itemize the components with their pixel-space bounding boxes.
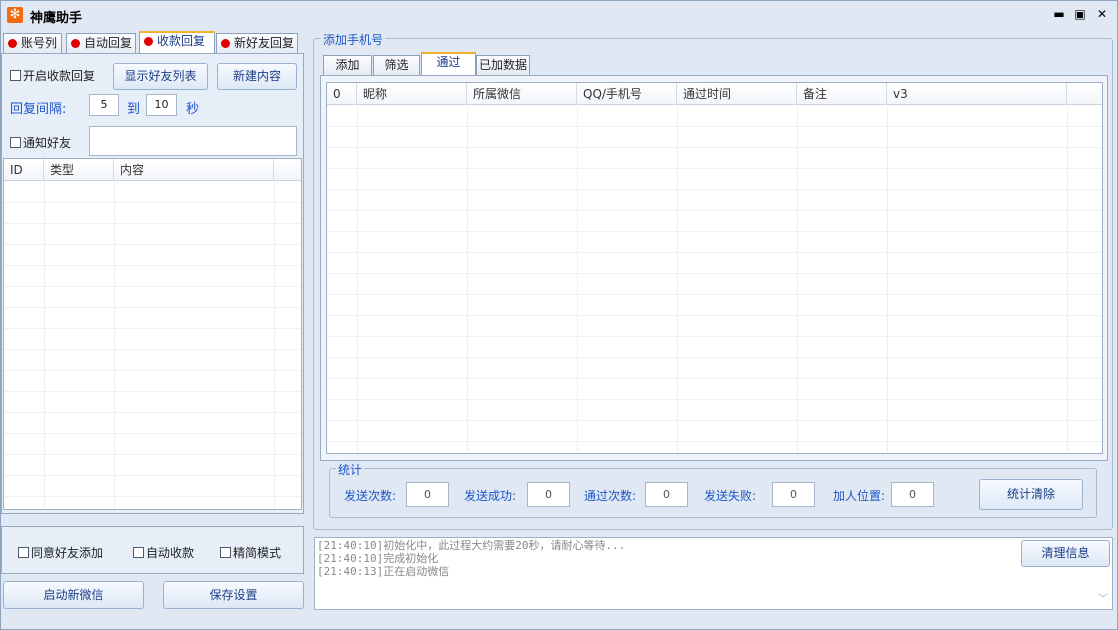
auto-collect-checkbox[interactable]: 自动收款 bbox=[133, 544, 194, 561]
tab-new-friend-reply[interactable]: 新好友回复 bbox=[216, 33, 298, 54]
tab-passed[interactable]: 通过 bbox=[421, 52, 476, 75]
column-divider bbox=[887, 106, 888, 453]
checkbox-icon bbox=[10, 137, 21, 148]
column-header-wechat[interactable]: 所属微信 bbox=[467, 83, 577, 105]
column-divider bbox=[797, 106, 798, 453]
window-title: 神鹰助手 bbox=[30, 11, 83, 26]
column-header-remark[interactable]: 备注 bbox=[797, 83, 887, 105]
app-logo-icon: ✻ bbox=[7, 7, 23, 23]
enable-payment-reply-checkbox[interactable]: 开启收款回复 bbox=[10, 67, 95, 84]
minimize-icon[interactable]: ▬ bbox=[1051, 7, 1067, 21]
interval-to-input[interactable]: 10 bbox=[146, 94, 177, 116]
column-divider bbox=[467, 106, 468, 453]
column-divider bbox=[274, 182, 275, 509]
seconds-label: 秒 bbox=[186, 102, 200, 117]
table-header: ID 类型 内容 bbox=[4, 159, 301, 181]
status-dot-icon bbox=[71, 39, 80, 48]
checkbox-icon bbox=[18, 547, 29, 558]
status-dot-icon bbox=[221, 39, 230, 48]
interval-to-label: 到 bbox=[127, 102, 141, 117]
notify-text-input[interactable] bbox=[89, 126, 297, 156]
table-body bbox=[4, 182, 301, 509]
agree-friend-checkbox[interactable]: 同意好友添加 bbox=[18, 544, 103, 561]
column-divider bbox=[677, 106, 678, 453]
title-bar: ✻ 神鹰助手 ▬ ▣ ✕ bbox=[0, 0, 1118, 28]
checkbox-icon bbox=[133, 547, 144, 558]
table-header: 0 昵称 所属微信 QQ/手机号 通过时间 备注 v3 bbox=[327, 83, 1102, 105]
add-phone-group-title: 添加手机号 bbox=[321, 31, 386, 48]
pass-count-value: 0 bbox=[645, 482, 688, 507]
tab-added-data[interactable]: 已加数据 bbox=[476, 55, 530, 76]
column-header-content[interactable]: 内容 bbox=[114, 159, 274, 181]
table-body bbox=[327, 106, 1102, 453]
log-panel: [21:40:10]初始化中，此过程大约需要20秒，请耐心等待... [21:4… bbox=[314, 537, 1113, 610]
new-content-button[interactable]: 新建内容 bbox=[217, 63, 297, 90]
checkbox-icon bbox=[10, 70, 21, 81]
column-header-type[interactable]: 类型 bbox=[44, 159, 114, 181]
send-count-label: 发送次数: bbox=[344, 489, 397, 503]
launch-wechat-button[interactable]: 启动新微信 bbox=[3, 581, 144, 609]
interval-from-input[interactable]: 5 bbox=[89, 94, 119, 116]
column-divider bbox=[357, 106, 358, 453]
send-success-label: 发送成功: bbox=[464, 489, 517, 503]
clear-log-button[interactable]: 清理信息 bbox=[1021, 540, 1110, 567]
column-header-pass-time[interactable]: 通过时间 bbox=[677, 83, 797, 105]
maximize-icon[interactable]: ▣ bbox=[1072, 7, 1088, 21]
log-line: [21:40:13]正在启动微信 bbox=[317, 565, 450, 578]
status-dot-icon bbox=[8, 39, 17, 48]
log-line: [21:40:10]完成初始化 bbox=[317, 552, 439, 565]
tab-filter[interactable]: 筛选 bbox=[373, 55, 420, 76]
tab-payment-reply[interactable]: 收款回复 bbox=[139, 31, 215, 54]
interval-label: 回复间隔: bbox=[10, 102, 67, 117]
log-line: [21:40:10]初始化中，此过程大约需要20秒，请耐心等待... bbox=[317, 539, 626, 552]
checkbox-icon bbox=[220, 547, 231, 558]
status-dot-icon bbox=[144, 37, 153, 46]
column-header-id[interactable]: ID bbox=[4, 159, 44, 181]
send-fail-value: 0 bbox=[772, 482, 815, 507]
simple-mode-checkbox[interactable]: 精简模式 bbox=[220, 544, 281, 561]
column-divider bbox=[44, 182, 45, 509]
show-friends-button[interactable]: 显示好友列表 bbox=[113, 63, 208, 90]
column-divider bbox=[577, 106, 578, 453]
save-settings-button[interactable]: 保存设置 bbox=[163, 581, 304, 609]
column-divider bbox=[114, 182, 115, 509]
send-count-value: 0 bbox=[406, 482, 449, 507]
send-fail-label: 发送失败: bbox=[704, 489, 757, 503]
column-header-nickname[interactable]: 昵称 bbox=[357, 83, 467, 105]
send-success-value: 0 bbox=[527, 482, 570, 507]
column-divider bbox=[1067, 106, 1068, 453]
join-position-label: 加人位置: bbox=[833, 489, 886, 503]
payment-content-table: ID 类型 内容 bbox=[3, 158, 302, 510]
notify-friend-checkbox[interactable]: 通知好友 bbox=[10, 134, 71, 151]
clear-stats-button[interactable]: 统计清除 bbox=[979, 479, 1083, 510]
stats-group-title: 统计 bbox=[336, 461, 365, 478]
column-header-qq-phone[interactable]: QQ/手机号 bbox=[577, 83, 677, 105]
tab-add[interactable]: 添加 bbox=[323, 55, 372, 76]
passed-contacts-table: 0 昵称 所属微信 QQ/手机号 通过时间 备注 v3 bbox=[326, 82, 1103, 454]
column-header-index[interactable]: 0 bbox=[327, 83, 357, 105]
column-header-v3[interactable]: v3 bbox=[887, 83, 1067, 105]
scroll-down-icon[interactable]: ﹀ bbox=[1096, 592, 1110, 607]
close-icon[interactable]: ✕ bbox=[1094, 7, 1110, 21]
join-position-value: 0 bbox=[891, 482, 934, 507]
pass-count-label: 通过次数: bbox=[584, 489, 637, 503]
tab-accounts[interactable]: 账号列 bbox=[3, 33, 62, 54]
tab-auto-reply[interactable]: 自动回复 bbox=[66, 33, 136, 54]
